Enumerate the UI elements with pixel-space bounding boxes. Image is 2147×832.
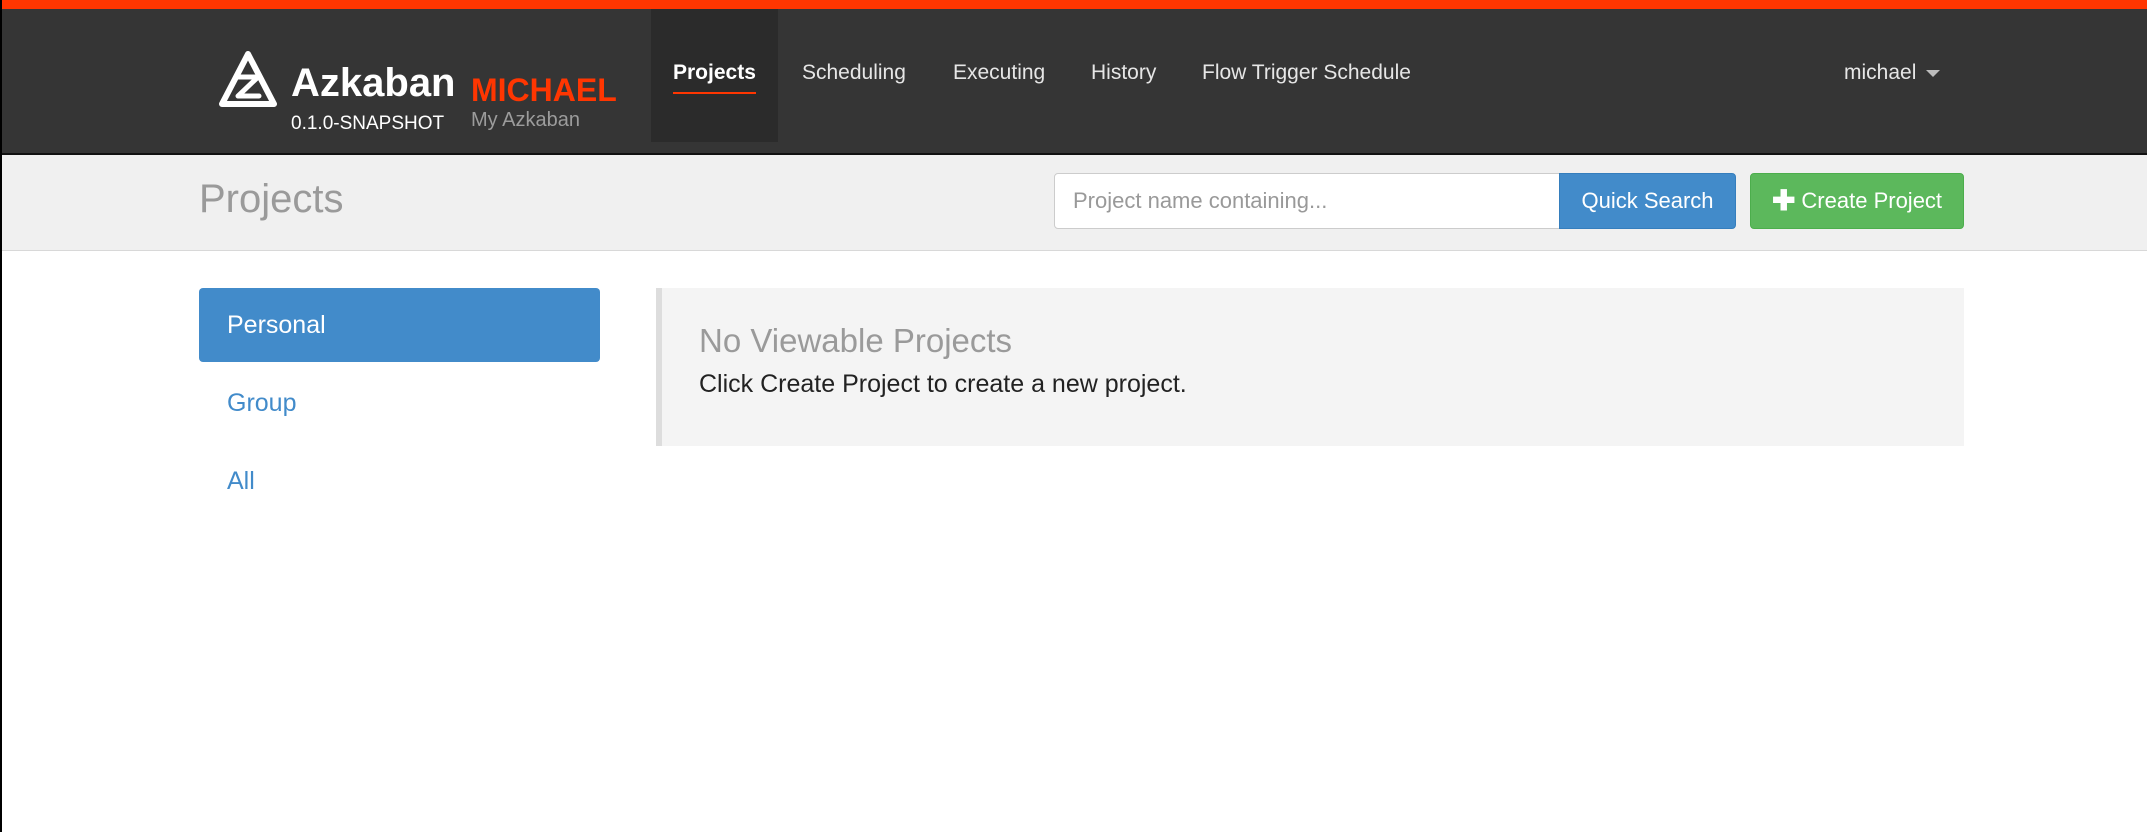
empty-message: Click Create Project to create a new pro…: [699, 370, 1187, 398]
nav-projects-label: Projects: [673, 61, 756, 84]
project-search-input[interactable]: [1054, 173, 1560, 229]
brand-name: Azkaban: [291, 61, 456, 105]
active-underline: [673, 92, 756, 94]
empty-projects-panel: No Viewable Projects Click Create Projec…: [656, 288, 1964, 446]
caret-down-icon: [1926, 69, 1941, 77]
version-label: 0.1.0-SNAPSHOT: [291, 113, 445, 134]
nav-projects[interactable]: Projects: [651, 9, 778, 142]
plus-icon: ✚: [1771, 185, 1796, 216]
page-header: Projects Quick Search ✚Create Project: [2, 155, 2147, 251]
nav-flow-trigger-schedule-label: Flow Trigger Schedule: [1202, 61, 1411, 84]
nav-history-label: History: [1091, 61, 1157, 84]
environment-name: MICHAEL: [471, 72, 617, 108]
top-navbar: Azkaban MICHAEL 0.1.0-SNAPSHOT My Azkaba…: [2, 9, 2147, 155]
nav-flow-trigger-schedule[interactable]: Flow Trigger Schedule: [1202, 9, 1411, 142]
sidebar-item-personal[interactable]: Personal: [199, 288, 600, 362]
sidebar-item-all[interactable]: All: [199, 444, 600, 518]
create-project-button[interactable]: ✚ Create Project: [1750, 173, 1964, 229]
empty-title: No Viewable Projects: [699, 322, 1013, 359]
user-menu[interactable]: michael: [1844, 9, 1941, 142]
sidebar-item-group[interactable]: Group: [199, 366, 600, 440]
brand-subtitle: My Azkaban: [471, 109, 580, 131]
user-name: michael: [1844, 61, 1917, 84]
page-title: Projects: [199, 177, 344, 221]
create-project-label: Create Project: [1801, 188, 1943, 213]
accent-bar: [2, 0, 2147, 9]
nav-history[interactable]: History: [1091, 9, 1156, 142]
azkaban-logo-icon: [219, 51, 277, 107]
nav-executing-label: Executing: [953, 61, 1046, 84]
app-window: Azkaban MICHAEL 0.1.0-SNAPSHOT My Azkaba…: [0, 0, 2147, 832]
quick-search-button[interactable]: Quick Search: [1559, 173, 1736, 229]
nav-executing[interactable]: Executing: [953, 9, 1045, 142]
nav-scheduling-label: Scheduling: [802, 61, 906, 84]
project-filter-sidebar: Personal Group All: [199, 288, 600, 522]
nav-scheduling[interactable]: Scheduling: [802, 9, 906, 142]
